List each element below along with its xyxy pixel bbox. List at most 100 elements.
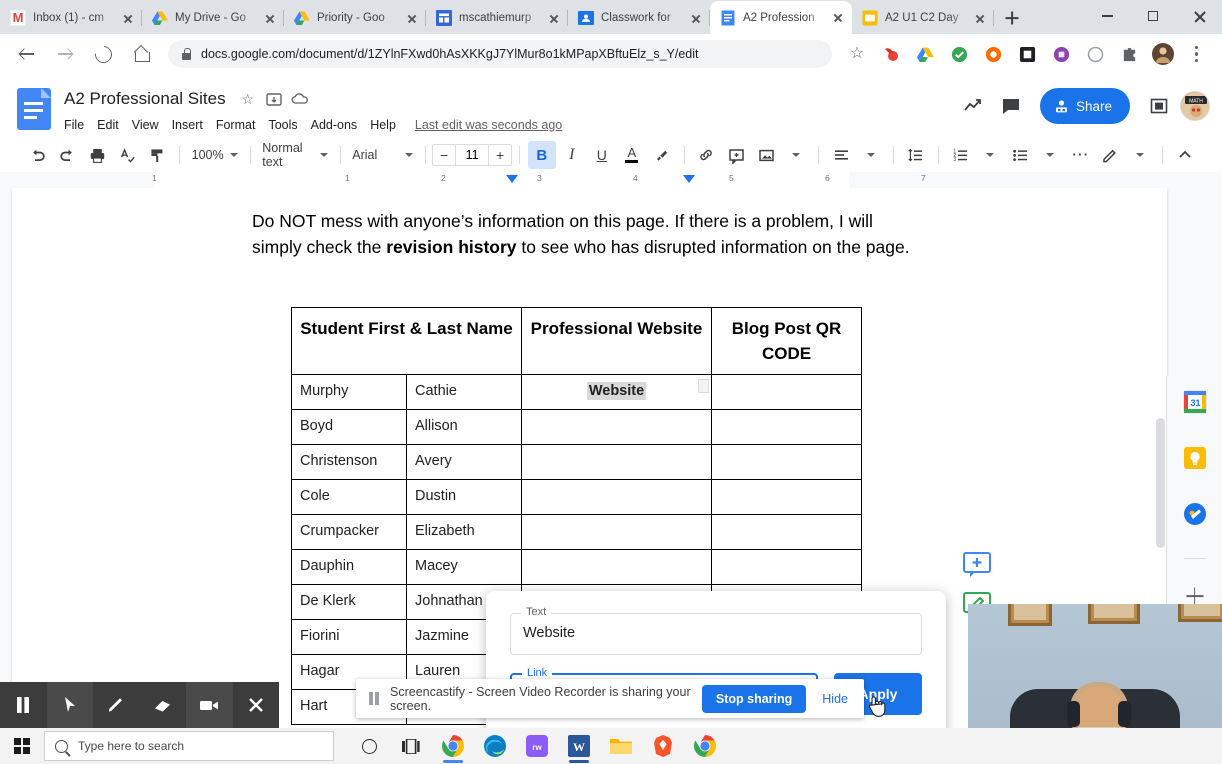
paint-format-button[interactable] bbox=[143, 141, 171, 169]
profile-avatar[interactable] bbox=[1148, 39, 1178, 69]
extension-red-icon[interactable] bbox=[876, 39, 906, 69]
table-row[interactable]: Dauphin Macey bbox=[291, 549, 862, 585]
font-family-control[interactable]: Arial bbox=[347, 142, 417, 168]
ruler-indent-marker-left[interactable] bbox=[506, 175, 518, 183]
taskbar-app-word[interactable]: W bbox=[560, 728, 598, 764]
undo-button[interactable] bbox=[23, 141, 51, 169]
screencast-eraser-button[interactable] bbox=[140, 682, 187, 728]
extension-green-icon[interactable] bbox=[944, 39, 974, 69]
menu-item-help[interactable]: Help bbox=[370, 118, 396, 132]
cortana-button[interactable] bbox=[350, 728, 388, 764]
menu-item-tools[interactable]: Tools bbox=[268, 118, 297, 132]
tab-close-icon[interactable] bbox=[262, 10, 278, 26]
google-drive-icon[interactable] bbox=[910, 39, 940, 69]
document-ruler[interactable]: 1 1 2 3 4 5 6 7 bbox=[0, 172, 1222, 188]
cell-last-name[interactable]: Murphy bbox=[291, 374, 407, 410]
page-title[interactable]: A2 Professional Sites bbox=[64, 89, 226, 109]
tab-close-icon[interactable] bbox=[546, 10, 562, 26]
tab-close-icon[interactable] bbox=[688, 10, 704, 26]
menu-item-edit[interactable]: Edit bbox=[97, 118, 119, 132]
zoom-control[interactable]: 100% bbox=[187, 142, 243, 168]
forward-button[interactable] bbox=[49, 38, 81, 70]
cell-website[interactable] bbox=[521, 444, 712, 480]
tab-close-icon[interactable] bbox=[972, 10, 988, 26]
taskbar-app-chrome-2[interactable] bbox=[686, 728, 724, 764]
cell-first-name[interactable]: Macey bbox=[406, 549, 522, 585]
google-calendar-icon[interactable]: 31 bbox=[1183, 390, 1207, 414]
cell-qr[interactable] bbox=[711, 444, 862, 480]
move-folder-icon[interactable] bbox=[264, 89, 284, 109]
cell-website[interactable]: Website bbox=[521, 374, 712, 410]
browser-tab-0[interactable]: Inbox (1) - cm bbox=[0, 2, 142, 34]
extension-purple-icon[interactable] bbox=[1046, 39, 1076, 69]
line-spacing-button[interactable] bbox=[902, 141, 930, 169]
tab-close-icon[interactable] bbox=[830, 10, 846, 26]
home-button[interactable] bbox=[125, 38, 157, 70]
cell-qr[interactable] bbox=[711, 409, 862, 445]
activity-dashboard-icon[interactable] bbox=[956, 89, 990, 123]
paragraph-style-control[interactable]: Normal text bbox=[257, 141, 332, 169]
extension-gray-icon[interactable] bbox=[1080, 39, 1110, 69]
screencast-close-button[interactable] bbox=[233, 682, 280, 728]
website-link[interactable]: Website bbox=[586, 382, 647, 400]
comment-history-icon[interactable] bbox=[994, 89, 1028, 123]
bold-button[interactable]: B bbox=[527, 141, 556, 169]
screencast-webcam-button[interactable] bbox=[186, 682, 233, 728]
task-view-button[interactable] bbox=[392, 728, 430, 764]
menu-item-addons[interactable]: Add-ons bbox=[311, 118, 358, 132]
editing-mode-button[interactable] bbox=[1096, 141, 1124, 169]
taskbar-app-prezi[interactable]: rw bbox=[518, 728, 556, 764]
browser-tab-2[interactable]: Priority - Goo bbox=[284, 2, 426, 34]
stop-sharing-button[interactable]: Stop sharing bbox=[701, 684, 807, 713]
table-row[interactable]: Crumpacker Elizabeth bbox=[291, 514, 862, 550]
google-tasks-icon[interactable] bbox=[1183, 502, 1207, 526]
font-size-increase-button[interactable]: + bbox=[489, 145, 511, 165]
cell-qr[interactable] bbox=[711, 549, 862, 585]
table-row[interactable]: Christenson Avery bbox=[291, 444, 862, 480]
google-docs-logo[interactable] bbox=[16, 86, 54, 132]
vertical-scrollbar[interactable] bbox=[1156, 418, 1165, 548]
cell-website[interactable] bbox=[521, 514, 712, 550]
webcam-overlay[interactable] bbox=[968, 604, 1222, 735]
menu-item-view[interactable]: View bbox=[132, 118, 159, 132]
font-size-value[interactable]: 11 bbox=[455, 145, 490, 165]
numbered-list-button[interactable]: 123 bbox=[946, 141, 974, 169]
cell-last-name[interactable]: Cole bbox=[291, 479, 407, 515]
cell-qr[interactable] bbox=[711, 514, 862, 550]
more-options-button[interactable]: ⋯ bbox=[1066, 141, 1094, 169]
google-keep-icon[interactable] bbox=[1183, 446, 1207, 470]
taskbar-app-brave[interactable] bbox=[644, 728, 682, 764]
browser-tab-6[interactable]: A2 U1 C2 Day bbox=[852, 2, 994, 34]
screencast-cursor-button[interactable] bbox=[46, 682, 93, 728]
windows-start-button[interactable] bbox=[0, 728, 44, 764]
browser-tab-5-active[interactable]: A2 Profession bbox=[710, 1, 852, 34]
kebab-menu-icon[interactable] bbox=[1182, 39, 1212, 69]
add-comment-button[interactable] bbox=[722, 141, 750, 169]
collapse-toolbar-button[interactable] bbox=[1171, 141, 1199, 169]
table-row[interactable]: Cole Dustin bbox=[291, 479, 862, 515]
spellcheck-button[interactable] bbox=[113, 141, 141, 169]
link-text-field[interactable]: Text Website bbox=[510, 606, 922, 655]
highlight-button[interactable] bbox=[648, 141, 676, 169]
window-minimize-button[interactable] bbox=[1084, 0, 1130, 32]
cell-qr[interactable] bbox=[711, 479, 862, 515]
cell-website[interactable] bbox=[521, 479, 712, 515]
bulleted-list-button[interactable] bbox=[1006, 141, 1034, 169]
new-tab-button[interactable] bbox=[998, 4, 1026, 32]
ruler-indent-marker-right[interactable] bbox=[683, 175, 695, 183]
cell-website[interactable] bbox=[521, 549, 712, 585]
address-bar[interactable]: docs.google.com/document/d/1ZYlnFXwd0hAs… bbox=[168, 40, 832, 68]
table-row[interactable]: Boyd Allison bbox=[291, 409, 862, 445]
table-row[interactable]: Murphy Cathie Website bbox=[291, 374, 862, 410]
underline-button[interactable]: U bbox=[588, 141, 616, 169]
taskbar-app-edge[interactable] bbox=[476, 728, 514, 764]
cell-first-name[interactable]: Allison bbox=[406, 409, 522, 445]
insert-image-dropdown[interactable] bbox=[782, 141, 810, 169]
taskbar-app-explorer[interactable] bbox=[602, 728, 640, 764]
tab-close-icon[interactable] bbox=[404, 10, 420, 26]
align-button[interactable] bbox=[827, 141, 855, 169]
cell-qr[interactable] bbox=[711, 374, 862, 410]
window-maximize-button[interactable] bbox=[1130, 0, 1176, 32]
pause-icon[interactable] bbox=[368, 692, 380, 705]
user-avatar[interactable]: MATH bbox=[1180, 91, 1210, 121]
